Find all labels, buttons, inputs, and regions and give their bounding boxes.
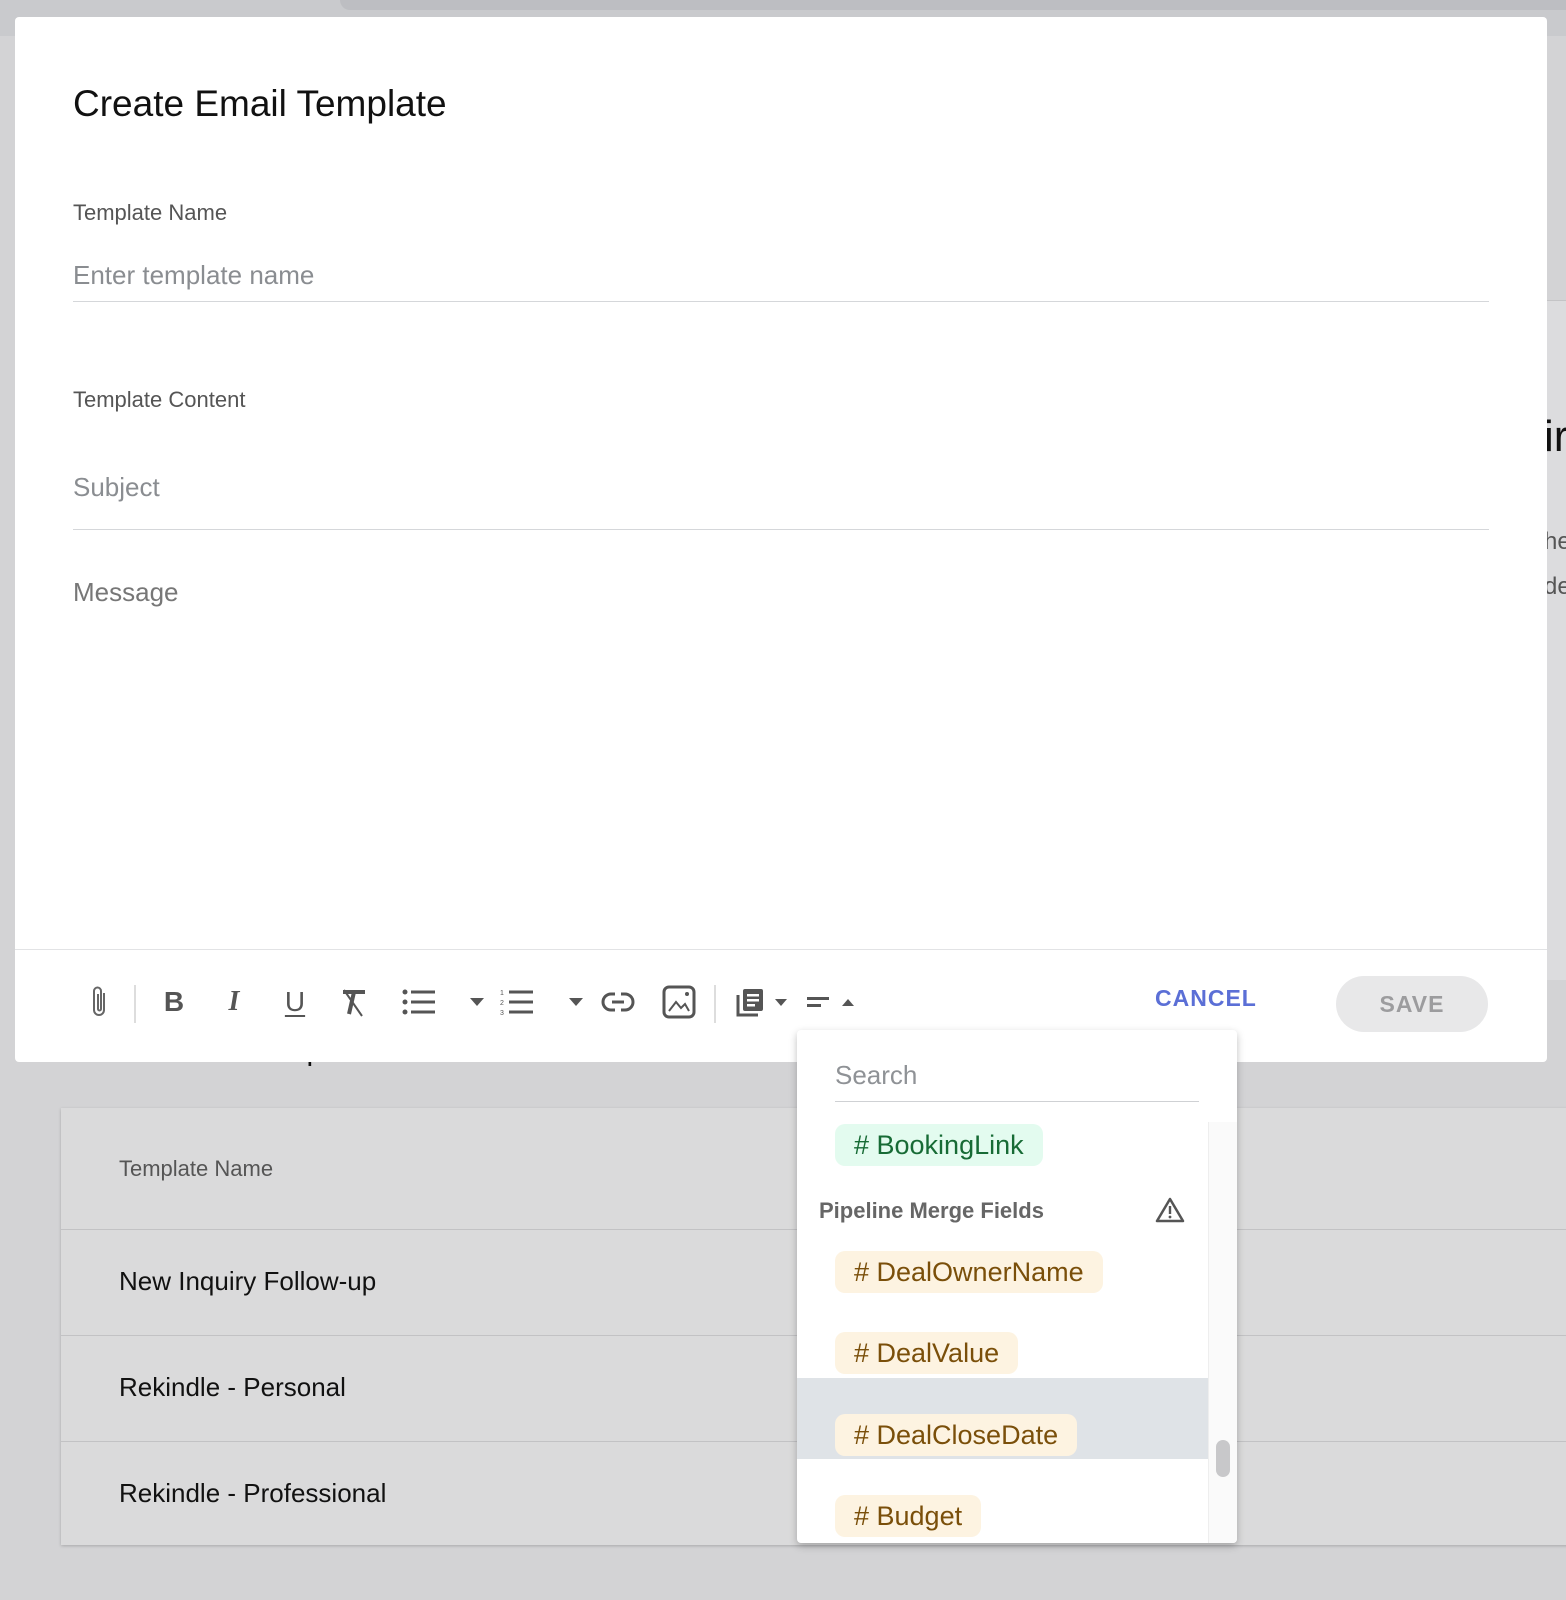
numbered-list-dropdown-icon[interactable] bbox=[564, 982, 588, 1022]
top-tab-strip bbox=[340, 0, 1566, 10]
merge-field-chip[interactable]: # BookingLink bbox=[835, 1124, 1043, 1166]
svg-text:1: 1 bbox=[500, 990, 504, 997]
subject-input[interactable] bbox=[73, 472, 1489, 530]
message-textarea[interactable] bbox=[73, 577, 1489, 937]
templates-dropdown-icon[interactable] bbox=[771, 982, 791, 1022]
merge-field-chip[interactable]: # DealOwnerName bbox=[835, 1251, 1103, 1293]
merge-field-chip[interactable]: # DealCloseDate bbox=[835, 1414, 1078, 1456]
cancel-button[interactable]: CANCEL bbox=[1155, 985, 1257, 1012]
toolbar-separator bbox=[714, 985, 716, 1023]
clear-format-icon[interactable] bbox=[337, 982, 373, 1022]
toolbar-divider bbox=[15, 949, 1547, 950]
warning-icon[interactable] bbox=[1155, 1196, 1185, 1229]
dropdown-scrollbar-thumb[interactable] bbox=[1216, 1440, 1230, 1477]
pipeline-merge-fields-heading: Pipeline Merge Fields bbox=[819, 1198, 1044, 1223]
background-text-fragment: ir bbox=[1544, 412, 1566, 461]
paperclip-icon[interactable] bbox=[83, 982, 115, 1022]
merge-field-chip[interactable]: # DealValue bbox=[835, 1332, 1019, 1374]
template-name-label: Template Name bbox=[73, 200, 228, 225]
background-text-fragment: he bbox=[1544, 528, 1566, 555]
svg-text:3: 3 bbox=[500, 1010, 504, 1016]
templates-icon[interactable] bbox=[733, 982, 767, 1022]
bullet-list-icon[interactable] bbox=[399, 982, 439, 1022]
save-button[interactable]: SAVE bbox=[1336, 976, 1488, 1032]
link-icon[interactable] bbox=[597, 982, 639, 1022]
merge-field-chip[interactable]: # Budget bbox=[835, 1495, 982, 1537]
dropdown-scrollbar-track[interactable] bbox=[1208, 1122, 1237, 1543]
underline-icon[interactable]: U bbox=[278, 982, 312, 1022]
align-icon[interactable] bbox=[805, 982, 833, 1022]
create-email-template-dialog: Create Email Template Template Name Temp… bbox=[15, 17, 1547, 1062]
toolbar-separator bbox=[134, 985, 136, 1023]
svg-text:2: 2 bbox=[500, 1000, 504, 1007]
merge-fields-dropdown: # BookingLink Pipeline Merge Fields # De… bbox=[797, 1030, 1237, 1543]
merge-field-search-input[interactable] bbox=[835, 1060, 1199, 1102]
italic-icon[interactable]: I bbox=[217, 982, 251, 1022]
align-dropdown-icon[interactable] bbox=[838, 982, 858, 1022]
dialog-title: Create Email Template bbox=[73, 83, 447, 124]
image-icon[interactable] bbox=[659, 982, 699, 1022]
bold-icon[interactable]: B bbox=[157, 982, 191, 1022]
background-text-fragment: de bbox=[1544, 573, 1566, 600]
template-content-label: Template Content bbox=[73, 387, 246, 412]
bullet-list-dropdown-icon[interactable] bbox=[465, 982, 489, 1022]
numbered-list-icon[interactable]: 1 2 3 bbox=[497, 982, 537, 1022]
template-name-input[interactable] bbox=[73, 260, 1489, 302]
